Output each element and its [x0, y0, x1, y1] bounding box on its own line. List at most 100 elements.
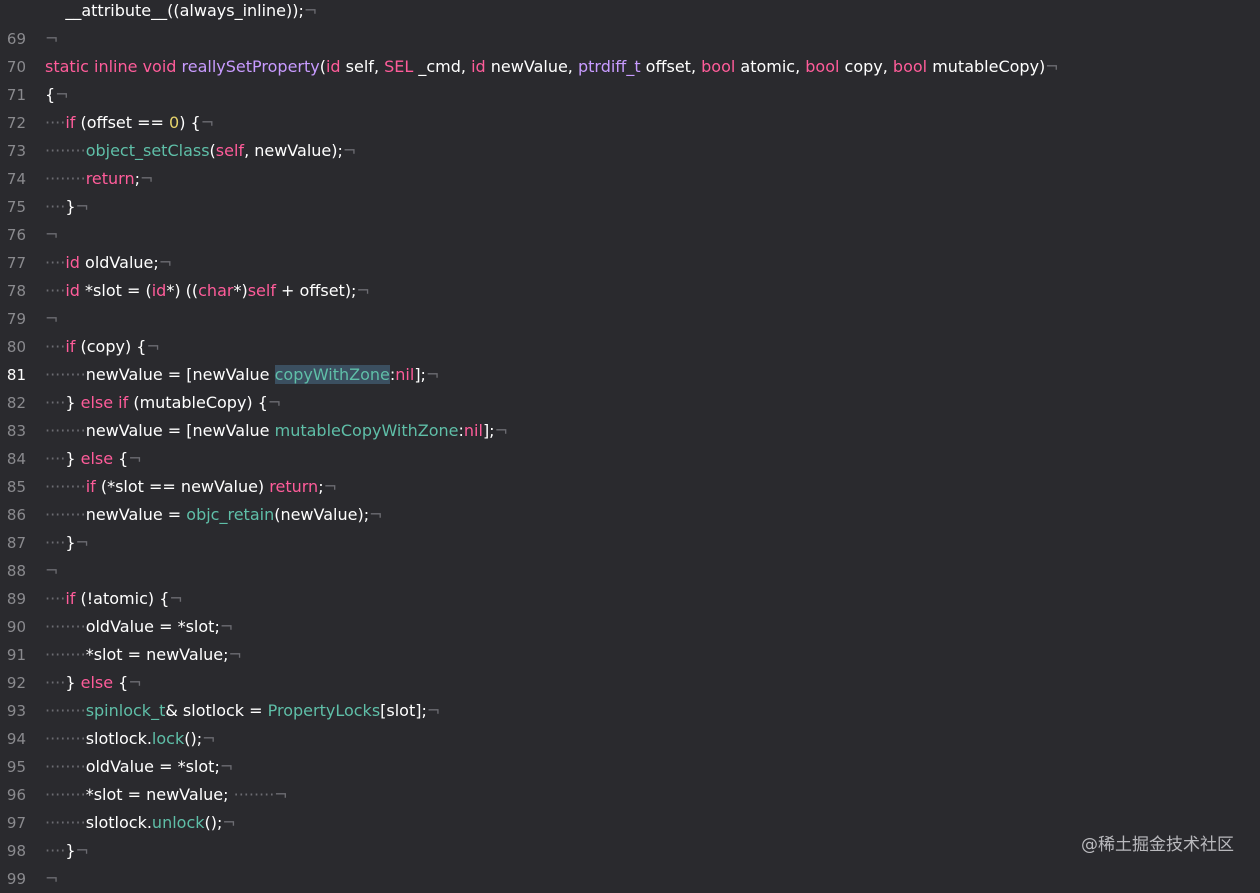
code-line[interactable]: 91 ········*slot = newValue;¬: [0, 641, 1260, 669]
whitespace-marker: ····: [45, 253, 66, 272]
code-line[interactable]: 83 ········newValue = [newValue mutableCo…: [0, 417, 1260, 445]
code-token: {: [113, 449, 129, 468]
code-line[interactable]: 69 ¬: [0, 25, 1260, 53]
line-number: 90: [6, 618, 26, 636]
whitespace-marker: ········: [45, 365, 86, 384]
code-line[interactable]: 96 ········*slot = newValue; ········¬: [0, 781, 1260, 809]
whitespace-marker: ········: [45, 477, 86, 496]
code-text: ····if (offset == 0) {¬: [45, 109, 214, 137]
whitespace-marker: ¬: [55, 85, 69, 104]
line-number: 76: [6, 226, 26, 244]
code-text: ········newValue = [newValue copyWithZon…: [45, 361, 439, 389]
code-line[interactable]: 72 ····if (offset == 0) {¬: [0, 109, 1260, 137]
whitespace-marker: ····: [45, 589, 66, 608]
code-line[interactable]: 75 ····}¬: [0, 193, 1260, 221]
code-line[interactable]: 86 ········newValue = objc_retain(newValu…: [0, 501, 1260, 529]
code-line[interactable]: 99 ¬: [0, 865, 1260, 893]
line-number: 88: [6, 562, 26, 580]
whitespace-marker: ¬: [342, 141, 357, 160]
whitespace-marker: ········: [45, 617, 86, 636]
code-line[interactable]: 74 ········return;¬: [0, 165, 1260, 193]
code-token: if: [65, 589, 76, 608]
code-text: ····if (!atomic) {¬: [45, 585, 183, 613]
whitespace-marker: ¬: [158, 253, 173, 272]
line-number: 73: [6, 142, 26, 160]
code-line[interactable]: 88 ¬: [0, 557, 1260, 585]
code-text: ········if (*slot == newValue) return;¬: [45, 473, 337, 501]
code-token: (!atomic) {: [75, 589, 170, 608]
whitespace-marker: ····: [45, 673, 66, 692]
code-line[interactable]: 84 ····} else {¬: [0, 445, 1260, 473]
code-line[interactable]: 73 ········object_setClass(self, newValue…: [0, 137, 1260, 165]
code-token: else: [80, 673, 114, 692]
code-token: if: [65, 337, 76, 356]
whitespace-marker: ¬: [228, 645, 242, 664]
code-line[interactable]: 98 ····}¬: [0, 837, 1260, 865]
code-text: {¬: [45, 81, 69, 109]
code-token: newValue = [newValue: [85, 421, 275, 440]
whitespace-marker: ¬: [494, 421, 508, 440]
whitespace-marker: ····: [45, 393, 66, 412]
code-line[interactable]: 87 ····}¬: [0, 529, 1260, 557]
code-line[interactable]: 90 ········oldValue = *slot;¬: [0, 613, 1260, 641]
code-token: self: [215, 141, 245, 160]
line-number: 69: [6, 30, 26, 48]
code-text: ········spinlock_t& slotlock = PropertyL…: [45, 697, 440, 725]
code-line[interactable]: 81 ········newValue = [newValue copyWithZ…: [0, 361, 1260, 389]
code-token: *) ((: [166, 281, 199, 300]
code-token: _cmd,: [413, 57, 472, 76]
code-line[interactable]: 71 {¬: [0, 81, 1260, 109]
code-token: & slotlock =: [165, 701, 268, 720]
line-number: 83: [6, 422, 26, 440]
code-token: oldValue = *slot;: [85, 757, 220, 776]
code-line[interactable]: 94 ········slotlock.lock();¬: [0, 725, 1260, 753]
code-line[interactable]: 76 ¬: [0, 221, 1260, 249]
line-number: 86: [6, 506, 26, 524]
code-line[interactable]: 70 static inline void reallySetProperty(i…: [0, 53, 1260, 81]
code-token: 0: [169, 113, 180, 132]
code-token: mutableCopy): [927, 57, 1046, 76]
code-token: nil: [463, 421, 483, 440]
code-token: ();: [184, 729, 203, 748]
code-token: newValue =: [85, 505, 187, 524]
whitespace-marker: ¬: [45, 225, 59, 244]
code-token: [slot];: [380, 701, 427, 720]
code-line[interactable]: __attribute__((always_inline));¬: [0, 0, 1260, 25]
code-token: *slot = newValue;: [85, 645, 229, 664]
code-token: slotlock.: [85, 813, 152, 832]
whitespace-marker: ¬: [426, 701, 441, 720]
code-line[interactable]: 80 ····if (copy) {¬: [0, 333, 1260, 361]
whitespace-marker: ····: [45, 449, 66, 468]
code-text: ····}¬: [45, 193, 89, 221]
code-text: ········newValue = [newValue mutableCopy…: [45, 417, 508, 445]
code-line[interactable]: 93 ········spinlock_t& slotlock = Propert…: [0, 697, 1260, 725]
line-number: 77: [6, 254, 26, 272]
code-token: return: [85, 169, 135, 188]
whitespace-marker: ¬: [45, 309, 59, 328]
code-line[interactable]: 97 ········slotlock.unlock();¬: [0, 809, 1260, 837]
code-token: slotlock.: [85, 729, 152, 748]
whitespace-marker: ¬: [75, 533, 89, 552]
code-line[interactable]: 79 ¬: [0, 305, 1260, 333]
code-line[interactable]: 77 ····id oldValue;¬: [0, 249, 1260, 277]
code-text: ········object_setClass(self, newValue);…: [45, 137, 356, 165]
code-token: unlock: [151, 813, 205, 832]
line-number: 92: [6, 674, 26, 692]
code-line[interactable]: 95 ········oldValue = *slot;¬: [0, 753, 1260, 781]
code-editor[interactable]: __attribute__((always_inline));¬ 69 ¬ 70 sta…: [0, 0, 1260, 893]
code-line[interactable]: 85 ········if (*slot == newValue) return;…: [0, 473, 1260, 501]
code-line[interactable]: 89 ····if (!atomic) {¬: [0, 585, 1260, 613]
code-token: }: [65, 449, 81, 468]
whitespace-marker: ¬: [202, 729, 216, 748]
code-token: oldValue = *slot;: [85, 617, 220, 636]
code-line[interactable]: 78 ····id *slot = (id*) ((char*)self + of…: [0, 277, 1260, 305]
whitespace-marker: ¬: [200, 113, 215, 132]
code-line[interactable]: 92 ····} else {¬: [0, 669, 1260, 697]
code-line[interactable]: 82 ····} else if (mutableCopy) {¬: [0, 389, 1260, 417]
code-token: offset,: [640, 57, 702, 76]
code-token: id: [325, 57, 341, 76]
line-number: 81: [6, 366, 26, 384]
code-text: ····}¬: [45, 529, 89, 557]
code-text: __attribute__((always_inline));¬: [45, 0, 317, 25]
line-number: 82: [6, 394, 26, 412]
